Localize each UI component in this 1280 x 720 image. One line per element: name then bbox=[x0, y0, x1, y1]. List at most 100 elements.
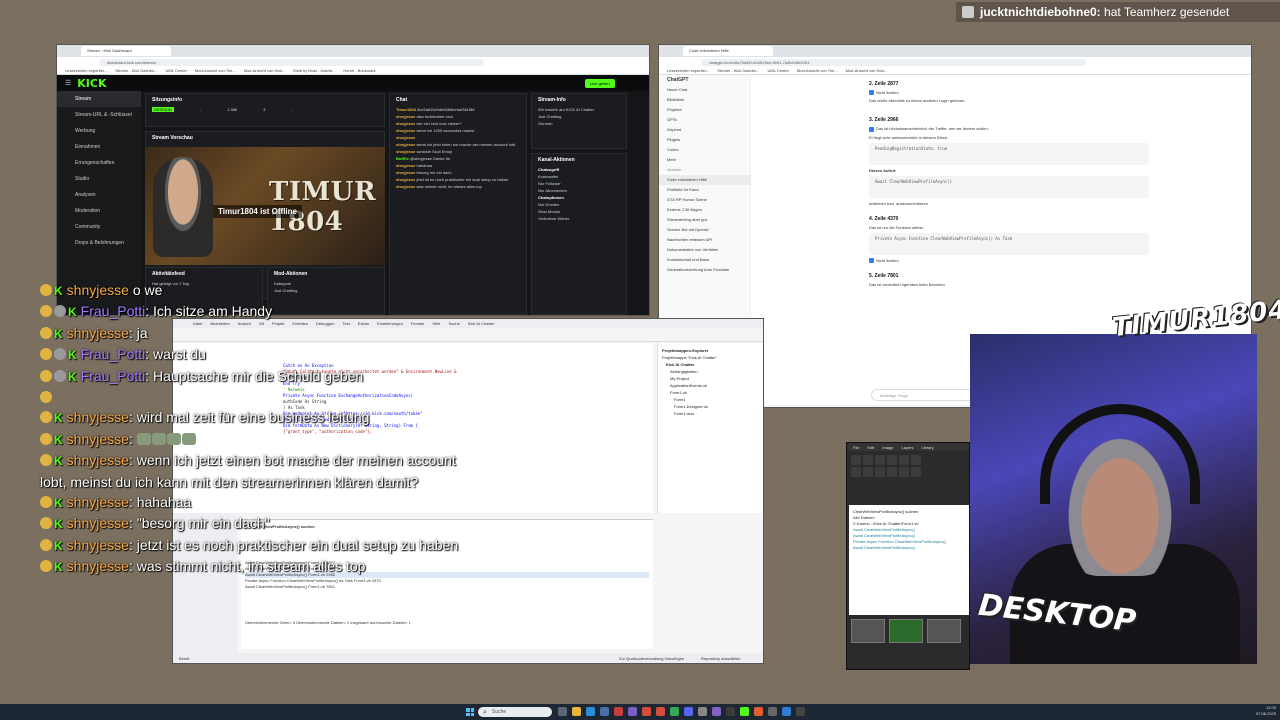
app-icon[interactable] bbox=[768, 707, 777, 716]
source-control-button[interactable]: Zur Quellcodeverwaltung hinzufügen bbox=[619, 656, 684, 661]
sidebar-item-einnahmen[interactable]: Einnahmen bbox=[57, 139, 141, 155]
tool-icon[interactable] bbox=[863, 467, 873, 477]
bookmark[interactable]: Mod-Ansicht von Kick... bbox=[846, 68, 888, 73]
tool-icon[interactable] bbox=[851, 455, 861, 465]
menu-icon[interactable]: ☰ bbox=[65, 79, 71, 87]
sidebar-item[interactable]: Neuer Chat bbox=[659, 85, 750, 95]
bookmark[interactable]: Mod-Ansicht von Tim... bbox=[797, 68, 838, 73]
app-icon[interactable] bbox=[628, 707, 637, 716]
app-icon[interactable] bbox=[684, 707, 693, 716]
bookmark[interactable]: Stream - Kick Dashbo... bbox=[717, 68, 759, 73]
app-icon[interactable] bbox=[726, 707, 735, 716]
go-live-button[interactable]: Live gehen bbox=[585, 79, 615, 88]
app-icon[interactable] bbox=[698, 707, 707, 716]
sidebar-item[interactable]: Streamerbing aber gut bbox=[659, 215, 750, 225]
solution-item[interactable]: My Project bbox=[662, 375, 761, 382]
bookmark[interactable]: Lesezeichen importier... bbox=[667, 68, 709, 73]
repository-button[interactable]: Repository auswählen bbox=[701, 656, 740, 661]
chatgpt-brand[interactable]: ChatGPT bbox=[659, 75, 750, 85]
tool-icon[interactable] bbox=[863, 455, 873, 465]
visual-studio-icon[interactable] bbox=[712, 707, 721, 716]
browser-tab[interactable]: Code extrahieren Hilfe bbox=[683, 46, 773, 56]
tool-icon[interactable] bbox=[911, 455, 921, 465]
sidebar-item[interactable]: Bibliothek bbox=[659, 95, 750, 105]
sidebar-item[interactable]: Mehr bbox=[659, 155, 750, 165]
app-icon[interactable] bbox=[796, 707, 805, 716]
sidebar-item[interactable]: Code extrahieren Hilfe bbox=[659, 175, 750, 185]
sidebar-item[interactable]: Dokumentation von Verfüllen bbox=[659, 245, 750, 255]
sidebar-item[interactable]: GPTs bbox=[659, 115, 750, 125]
setting-row[interactable]: Nur Abonnenten bbox=[532, 187, 626, 194]
find-row[interactable]: Await ClearWebViewProfileAsync() Form1.v… bbox=[245, 584, 649, 590]
tool-icon[interactable] bbox=[875, 467, 885, 477]
tool-icon[interactable] bbox=[851, 467, 861, 477]
edge-icon[interactable] bbox=[586, 707, 595, 716]
start-icon[interactable] bbox=[466, 708, 474, 716]
sidebar-item[interactable]: Gepinnt bbox=[659, 125, 750, 135]
menu-item[interactable]: Image bbox=[882, 445, 893, 450]
sidebar-item[interactable]: Service Bot mit OpenAI bbox=[659, 225, 750, 235]
address-bar[interactable]: chatgpt.com/c/6a73d4f0-e0d5-f3ee-9b91-7a… bbox=[659, 57, 1251, 67]
kick-logo[interactable]: KICK bbox=[77, 77, 106, 90]
tool-icon[interactable] bbox=[887, 455, 897, 465]
menu-item[interactable]: Layers bbox=[901, 445, 913, 450]
sidebar-item-stream[interactable]: Stream bbox=[57, 91, 141, 107]
sidebar-item-stream-url[interactable]: Stream-URL & -Schlüssel bbox=[57, 107, 141, 123]
solution-item[interactable]: Form1.vb bbox=[662, 389, 761, 396]
sidebar-item[interactable]: Nachrichten erfassen API bbox=[659, 235, 750, 245]
solution-item[interactable]: Form1.resx bbox=[662, 410, 761, 417]
solution-item[interactable]: ApplicationEvents.vb bbox=[662, 382, 761, 389]
app-icon[interactable] bbox=[740, 707, 749, 716]
thumbnail[interactable] bbox=[927, 619, 961, 643]
bookmark[interactable]: Mod-Ansicht von Kick... bbox=[244, 68, 286, 73]
editor-canvas[interactable]: ClearWebViewProfileAsync() suchen Alle D… bbox=[849, 505, 969, 615]
tool-icon[interactable] bbox=[875, 455, 885, 465]
thumbnail[interactable] bbox=[889, 619, 923, 643]
chrome-icon[interactable] bbox=[656, 707, 665, 716]
app-icon[interactable] bbox=[754, 707, 763, 716]
bookmark[interactable]: Home - Bookmark bbox=[343, 68, 375, 73]
menu-item[interactable]: Library bbox=[922, 445, 934, 450]
url-text[interactable]: dashboard.kick.com/stream bbox=[99, 58, 484, 66]
solution-item[interactable]: Abhängigkeiten bbox=[662, 368, 761, 375]
tool-icon[interactable] bbox=[899, 455, 909, 465]
sidebar-item-analysen[interactable]: Analysen bbox=[57, 187, 141, 203]
bookmark[interactable]: UML Center bbox=[166, 68, 187, 73]
setting-row[interactable]: Nur Emotes bbox=[532, 201, 626, 208]
setting-row[interactable]: Kontosalter bbox=[532, 173, 626, 180]
app-icon[interactable] bbox=[670, 707, 679, 716]
sidebar-item-errungenschaften[interactable]: Errungenschaften bbox=[57, 155, 141, 171]
setting-row[interactable]: Nur Follower bbox=[532, 180, 626, 187]
solution-item[interactable]: Form1 bbox=[662, 396, 761, 403]
system-tray-clock[interactable]: 12:00 07.08.2025 bbox=[1256, 705, 1276, 717]
address-bar[interactable]: dashboard.kick.com/stream bbox=[57, 57, 649, 67]
setting-row[interactable]: Verbotene Wörter bbox=[532, 215, 626, 222]
thumbnail[interactable] bbox=[851, 619, 885, 643]
sidebar-item-werbung[interactable]: Werbung bbox=[57, 123, 141, 139]
explorer-icon[interactable] bbox=[572, 707, 581, 716]
sidebar-item[interactable]: Plugins bbox=[659, 135, 750, 145]
sidebar-item[interactable]: Generationsrichtung Auto Produkte bbox=[659, 265, 750, 275]
taskview-icon[interactable] bbox=[558, 707, 567, 716]
solution-item[interactable]: Projektmappe "Kick AI Chatter" bbox=[662, 354, 761, 361]
bookmark[interactable]: Mod-Ansicht von Tim... bbox=[195, 68, 236, 73]
app-icon[interactable] bbox=[782, 707, 791, 716]
sidebar-item-community[interactable]: Community bbox=[57, 219, 141, 235]
sidebar-item-studio[interactable]: Studio bbox=[57, 171, 141, 187]
sidebar-item-drops[interactable]: Drops & Belohnungen bbox=[57, 235, 141, 251]
browser-tab[interactable]: Stream - Kick Dashboard bbox=[81, 46, 171, 56]
solution-item[interactable]: Form1.Designer.vb bbox=[662, 403, 761, 410]
bookmark[interactable]: UML Center bbox=[768, 68, 789, 73]
tool-icon[interactable] bbox=[899, 467, 909, 477]
sidebar-item[interactable]: Kontaktschalt und Bann bbox=[659, 255, 750, 265]
sidebar-item[interactable]: Codex bbox=[659, 145, 750, 155]
store-icon[interactable] bbox=[600, 707, 609, 716]
bookmark[interactable]: Stream - Kick Dashbo... bbox=[115, 68, 157, 73]
url-text[interactable]: chatgpt.com/c/6a73d4f0-e0d5-f3ee-9b91-7a… bbox=[701, 58, 1086, 66]
tool-icon[interactable] bbox=[887, 467, 897, 477]
solution-item[interactable]: Kick AI Chatter bbox=[662, 361, 761, 368]
chrome-icon[interactable] bbox=[642, 707, 651, 716]
menu-item[interactable]: File bbox=[853, 445, 859, 450]
setting-row[interactable]: Slow-Modus bbox=[532, 208, 626, 215]
bookmark[interactable]: Multi by Mobi - Dashb... bbox=[293, 68, 335, 73]
